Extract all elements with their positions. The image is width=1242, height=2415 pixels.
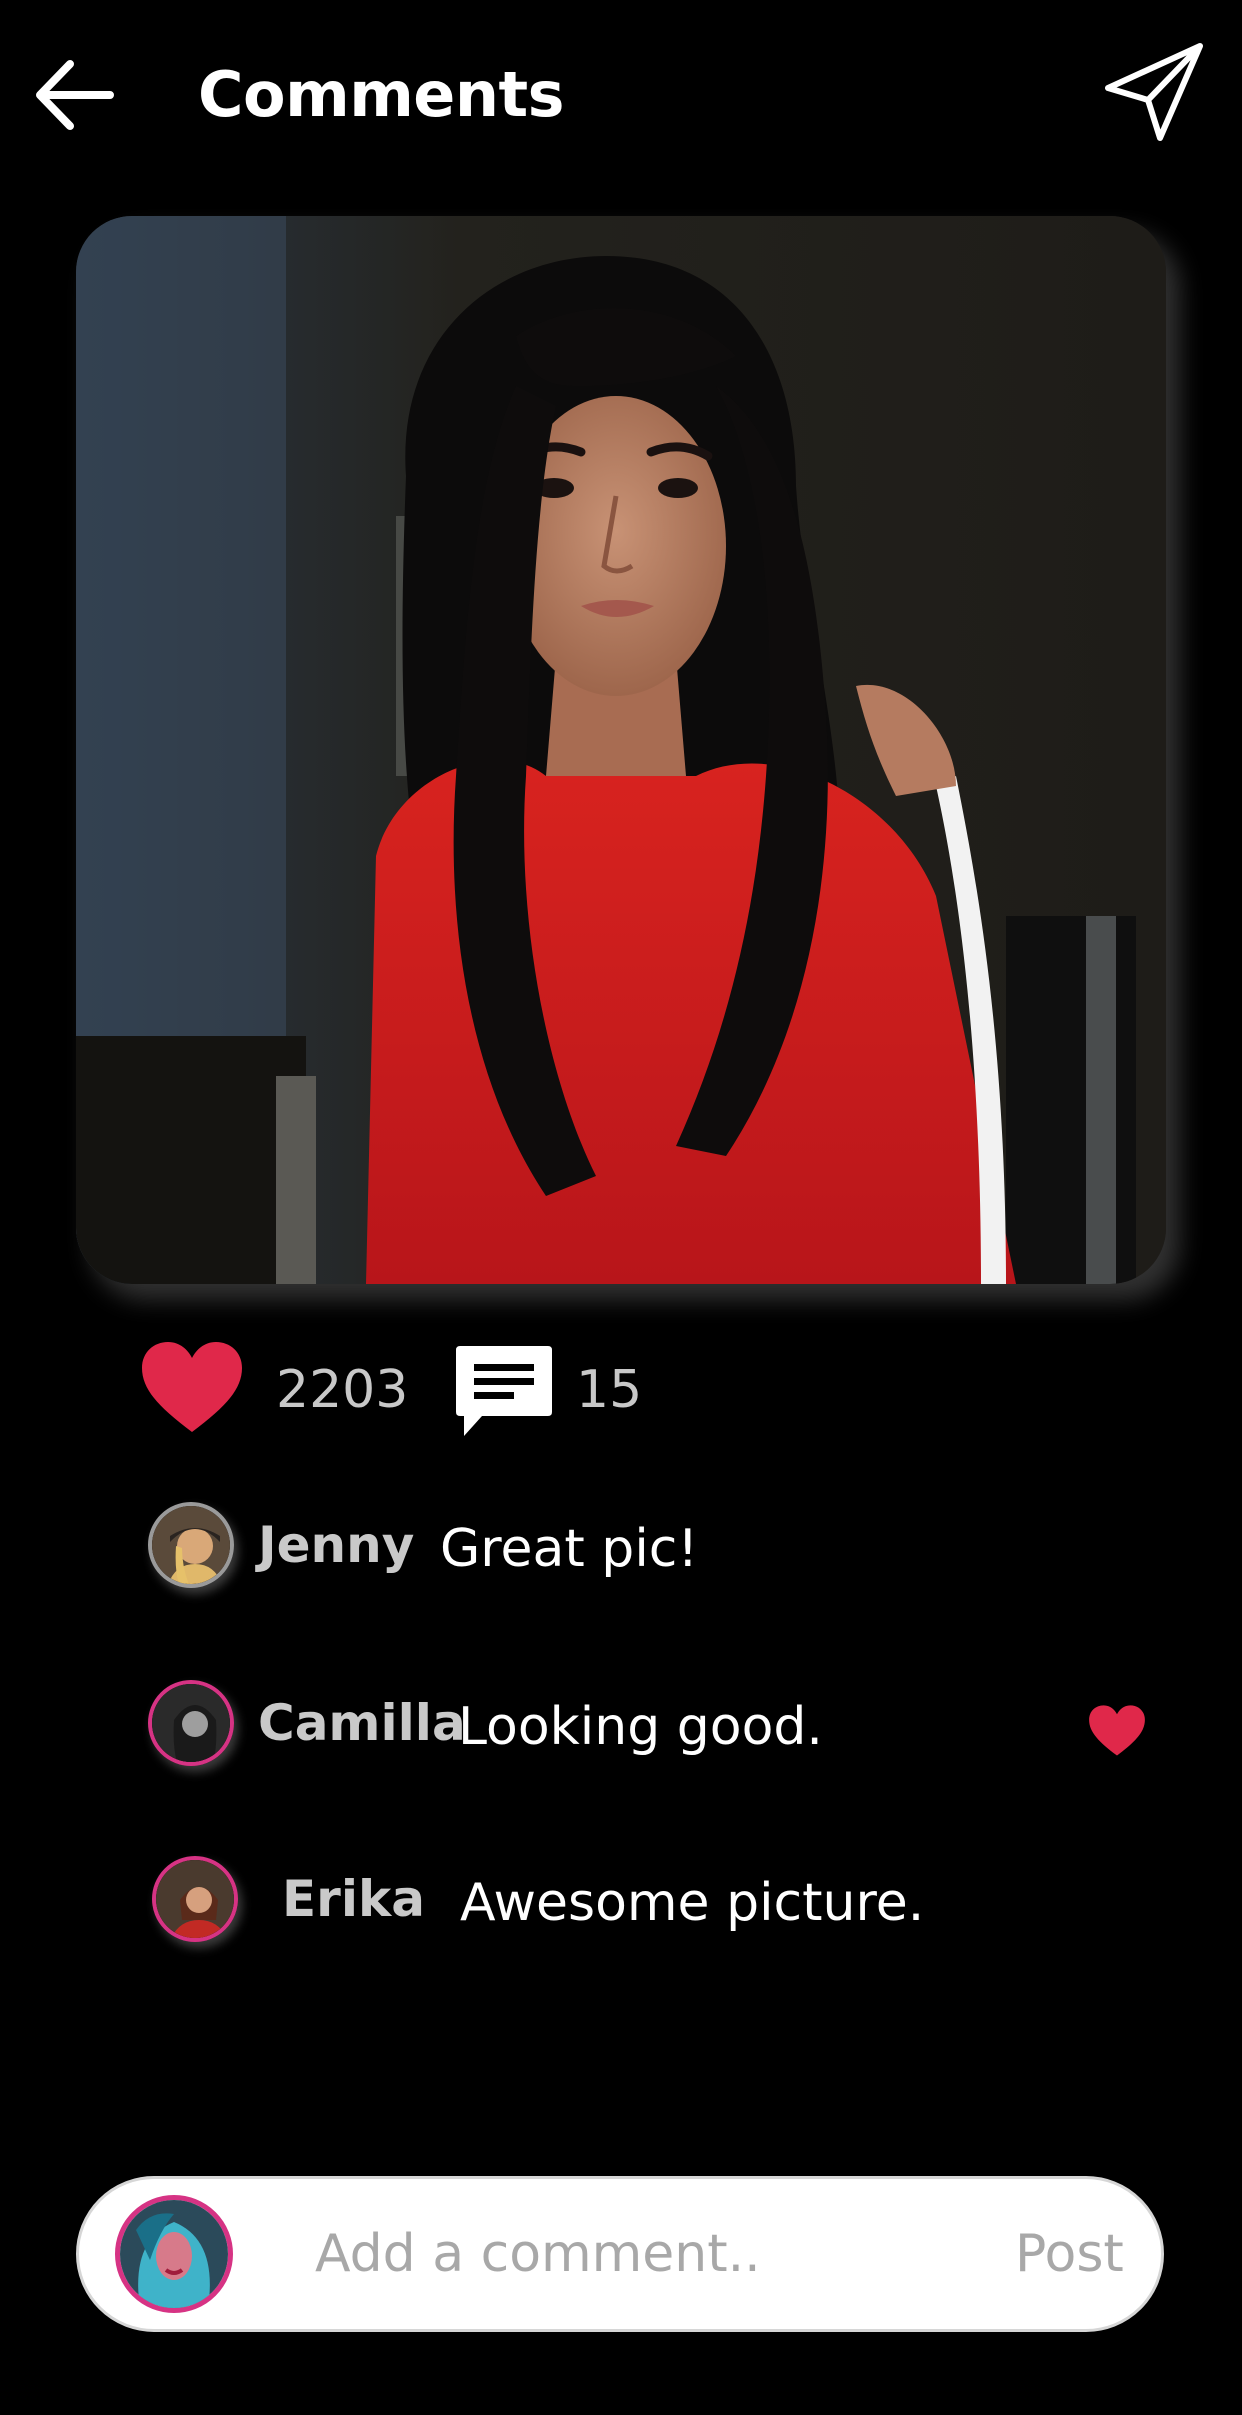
like-button[interactable] bbox=[140, 1340, 244, 1436]
comment-bubble-icon bbox=[456, 1346, 552, 1436]
comment-button[interactable] bbox=[452, 1340, 556, 1444]
arrow-left-icon bbox=[36, 60, 114, 130]
comment-like-button[interactable] bbox=[1088, 1704, 1146, 1758]
avatar[interactable] bbox=[152, 1856, 238, 1942]
paper-plane-icon bbox=[1105, 43, 1203, 141]
comment-row: Jenny Great pic! bbox=[148, 1502, 1148, 1602]
page-title: Comments bbox=[198, 58, 565, 131]
like-count: 2203 bbox=[276, 1360, 409, 1420]
heart-icon bbox=[142, 1342, 242, 1432]
post-photo[interactable] bbox=[76, 216, 1166, 1284]
comment-username[interactable]: Camilla bbox=[258, 1680, 466, 1766]
comment-input[interactable] bbox=[315, 2209, 1015, 2299]
comment-text: Great pic! bbox=[440, 1519, 699, 1579]
comment-text: Looking good. bbox=[458, 1697, 823, 1757]
current-user-avatar[interactable] bbox=[115, 2195, 233, 2313]
post-stats: 2203 15 bbox=[140, 1330, 1140, 1450]
comment-row: Erika Awesome picture. bbox=[148, 1856, 1148, 1956]
heart-icon bbox=[1089, 1705, 1145, 1756]
comment-composer: Post bbox=[76, 2176, 1164, 2332]
post-button[interactable]: Post bbox=[1015, 2209, 1124, 2299]
comment-username[interactable]: Erika bbox=[282, 1856, 425, 1942]
share-button[interactable] bbox=[1100, 38, 1210, 148]
top-bar: Comments bbox=[0, 0, 1242, 190]
comment-count: 15 bbox=[576, 1360, 643, 1420]
comment-row: Camilla Looking good. bbox=[148, 1680, 1148, 1780]
avatar[interactable] bbox=[148, 1502, 234, 1588]
comment-username[interactable]: Jenny bbox=[258, 1502, 414, 1588]
comment-text: Awesome picture. bbox=[460, 1873, 925, 1933]
back-button[interactable] bbox=[30, 50, 120, 140]
avatar[interactable] bbox=[148, 1680, 234, 1766]
